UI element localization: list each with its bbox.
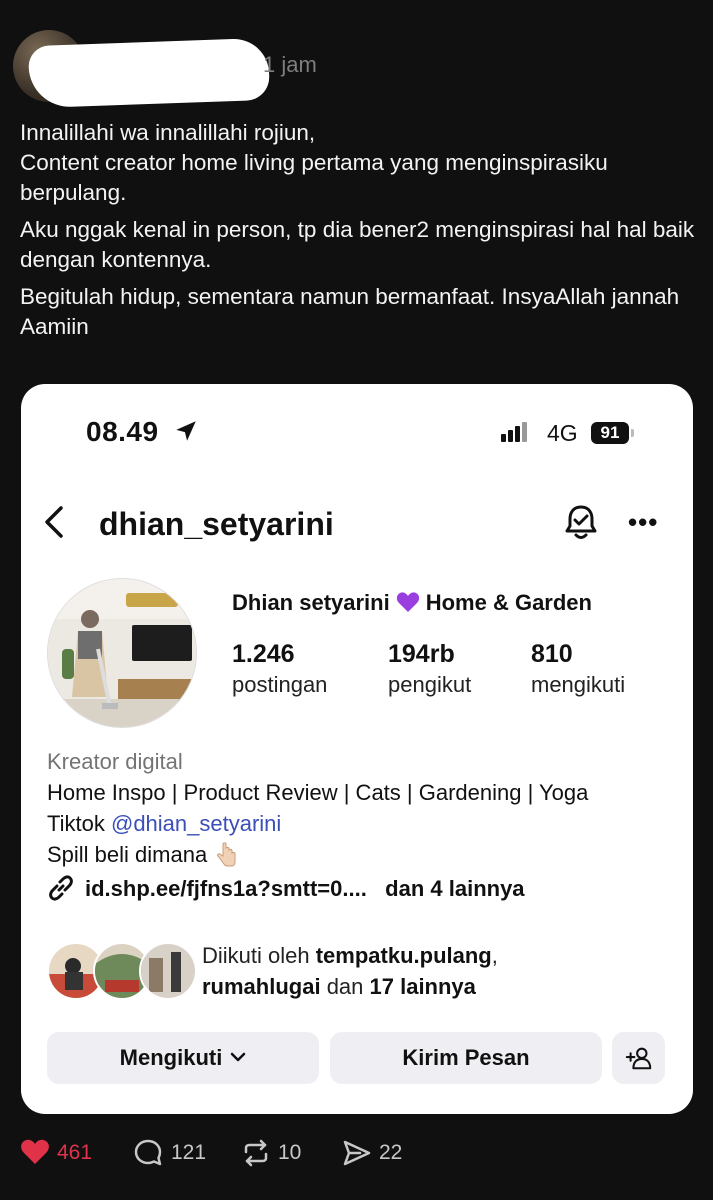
follower-name: tempatku.pulang <box>315 943 492 968</box>
link-chain-icon <box>49 875 73 901</box>
tiktok-handle-link[interactable]: @dhian_setyarini <box>111 811 281 836</box>
followed-prefix: Diikuti oleh <box>202 943 316 968</box>
stat-posts[interactable]: 1.246 postingan <box>232 640 327 698</box>
follower-name: rumahlugai <box>202 974 321 999</box>
attached-image[interactable]: 08.49 4G 91 dhian_setyarini ••• Dhian se… <box>21 384 693 1114</box>
followed-mid: dan <box>320 974 370 999</box>
bio-spill-text: Spill beli dimana <box>47 842 208 867</box>
bio-line: Spill beli dimana <box>47 839 677 870</box>
signal-icon <box>501 422 529 442</box>
repost-icon <box>244 1139 268 1167</box>
follower-avatar <box>139 942 197 1000</box>
pointing-down-icon <box>217 842 236 867</box>
repost-button[interactable]: 10 <box>241 1138 321 1168</box>
stat-label: postingan <box>232 672 328 697</box>
share-button[interactable]: 22 <box>342 1138 422 1168</box>
post-header: 1 jam <box>13 28 703 109</box>
profile-nav-bar: dhian_setyarini ••• <box>21 492 693 552</box>
redacted-username <box>27 37 271 109</box>
post-body: Innalillahi wa innalillahi rojiun, Conte… <box>20 118 700 349</box>
profile-bio: Kreator digital Home Inspo | Product Rev… <box>47 746 677 870</box>
post-paragraph: Begitulah hidup, sementara namun bermanf… <box>20 284 680 339</box>
post-paragraph: Aku nggak kenal in person, tp dia bener2… <box>20 217 695 272</box>
post-time: 1 jam <box>263 52 317 77</box>
profile-display-name: Dhian setyarini Home & Garden <box>232 590 592 616</box>
following-button-label: Mengikuti <box>119 1045 223 1070</box>
like-button[interactable]: 461 <box>20 1138 100 1168</box>
send-message-label: Kirim Pesan <box>402 1045 530 1070</box>
notification-bell-icon[interactable] <box>562 502 600 542</box>
post-actions: 461 121 10 22 <box>20 1138 700 1168</box>
more-options-icon[interactable]: ••• <box>628 509 658 535</box>
location-arrow-icon <box>176 421 196 441</box>
display-name-suffix: Home & Garden <box>425 590 592 615</box>
reply-count: 121 <box>171 1141 207 1164</box>
stat-label: pengikut <box>388 672 472 697</box>
link-more: dan 4 lainnya <box>385 876 525 901</box>
repost-count: 10 <box>278 1141 302 1164</box>
stat-following[interactable]: 810 mengikuti <box>531 640 625 698</box>
network-label: 4G <box>547 420 578 446</box>
battery-icon: 91 <box>591 422 629 444</box>
following-button[interactable]: Mengikuti <box>47 1032 319 1084</box>
reply-button[interactable]: 121 <box>133 1138 213 1168</box>
share-count: 22 <box>379 1141 403 1164</box>
followed-count: 17 lainnya <box>369 974 476 999</box>
followed-by-text: Diikuti oleh tempatku.pulang, rumahlugai… <box>202 940 498 1002</box>
display-name-text: Dhian setyarini <box>232 590 390 615</box>
stat-value: 194rb <box>388 640 455 668</box>
like-count: 461 <box>57 1141 93 1164</box>
send-icon <box>343 1140 371 1166</box>
status-bar: 08.49 4G 91 <box>21 384 693 474</box>
bio-tiktok-prefix: Tiktok <box>47 811 111 836</box>
heart-icon <box>21 1139 49 1164</box>
reply-bubble-icon <box>134 1139 162 1166</box>
status-time: 08.49 <box>86 416 159 447</box>
chevron-down-icon <box>231 1052 246 1062</box>
add-user-button[interactable] <box>612 1032 665 1084</box>
purple-heart-icon <box>396 592 419 612</box>
profile-link[interactable]: id.shp.ee/fjfns1a?smtt=0.... dan 4 lainn… <box>47 874 525 902</box>
profile-username: dhian_setyarini <box>99 506 334 542</box>
bio-line: Home Inspo | Product Review | Cats | Gar… <box>47 780 589 805</box>
send-message-button[interactable]: Kirim Pesan <box>330 1032 602 1084</box>
battery-cap <box>631 429 634 437</box>
followed-by[interactable]: Diikuti oleh tempatku.pulang, rumahlugai… <box>47 938 687 1002</box>
stat-value: 1.246 <box>232 640 295 668</box>
profile-picture[interactable] <box>47 578 197 728</box>
bio-line: Tiktok @dhian_setyarini <box>47 808 677 839</box>
link-url: id.shp.ee/fjfns1a?smtt=0.... <box>85 876 367 901</box>
followed-sep: , <box>491 943 498 968</box>
profile-category: Kreator digital <box>47 749 183 774</box>
add-user-icon <box>625 1047 651 1070</box>
stat-label: mengikuti <box>531 672 626 697</box>
stat-followers[interactable]: 194rb pengikut <box>388 640 471 698</box>
stat-value: 810 <box>531 640 573 668</box>
post-paragraph: Innalillahi wa innalillahi rojiun, Conte… <box>20 120 608 205</box>
back-icon[interactable] <box>41 502 69 542</box>
